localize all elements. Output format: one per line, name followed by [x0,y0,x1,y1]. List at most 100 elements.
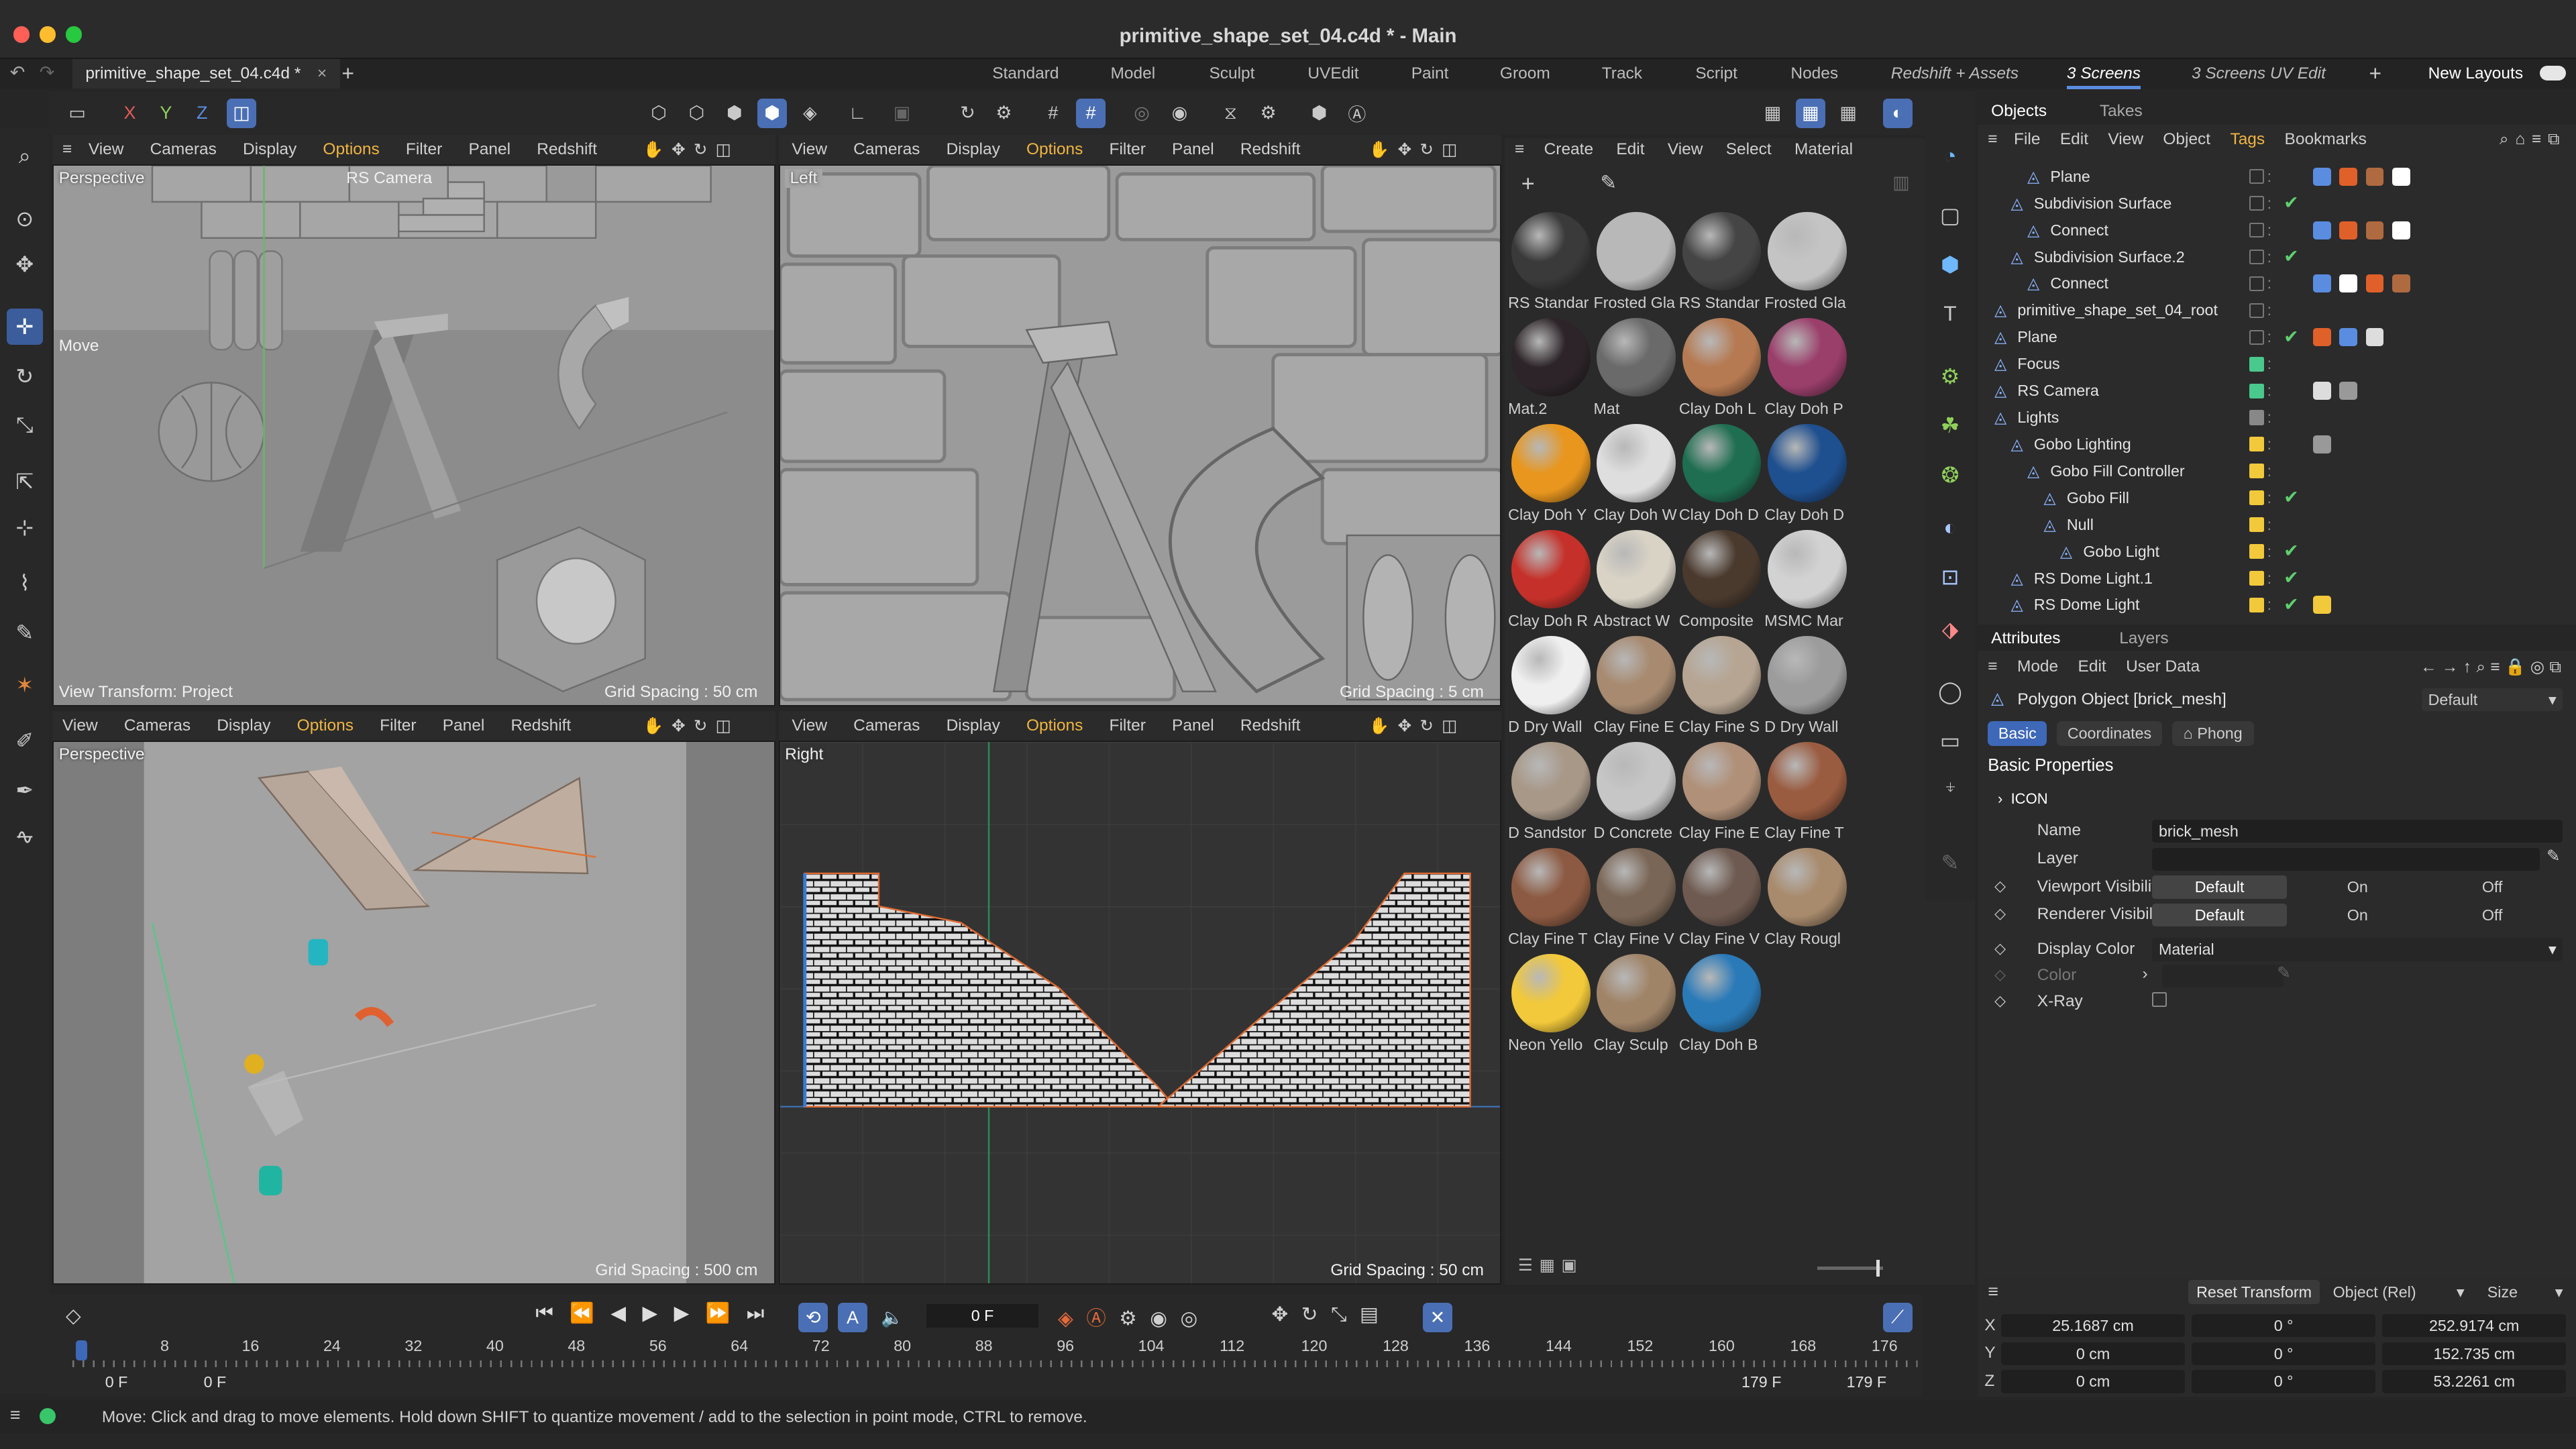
object-tag-icon[interactable] [2339,328,2358,347]
menu-redshift[interactable]: Redshift [511,716,571,735]
object-tag-icon[interactable] [2339,167,2358,186]
layout-tab-3-screens[interactable]: 3 Screens [2066,64,2141,91]
hamburger-icon[interactable]: ≡ [10,1405,21,1426]
sketch-tool-icon[interactable]: ∿ [7,818,43,855]
menu-options[interactable]: Options [297,716,354,735]
layer-color-swatch[interactable] [2249,570,2264,586]
point-level-icon[interactable]: ✕ [1422,1303,1452,1333]
visibility-dots-icon[interactable]: : [2267,489,2271,507]
menu-display[interactable]: Display [243,140,297,159]
z-axis-toggle[interactable]: Z [187,99,217,128]
object-tag-icon[interactable] [2392,167,2410,186]
menu-cameras[interactable]: Cameras [853,140,920,159]
renderer-visibility-on[interactable]: On [2290,904,2425,926]
material-swatch[interactable]: Clay Doh D [1764,422,1849,527]
enabled-check-icon[interactable]: ✔ [2284,594,2299,615]
layer-color-swatch[interactable] [2249,169,2264,184]
tab-layers[interactable]: Layers [2119,629,2168,648]
picture-viewer-icon[interactable]: ▭ [62,99,92,128]
object-tag-icon[interactable] [2313,167,2332,186]
workplane-icon[interactable]: # [1076,98,1106,128]
material-swatch[interactable]: Clay Fine T [1508,846,1593,951]
layer-color-swatch[interactable] [2249,464,2264,479]
visibility-dots-icon[interactable]: : [2267,382,2271,400]
search-icon[interactable]: ⌕ [7,138,43,174]
menu-cameras[interactable]: Cameras [853,716,920,735]
enabled-check-icon[interactable]: ✔ [2284,568,2299,588]
loop-icon[interactable]: ⟲ [798,1303,828,1333]
spline-tool-icon[interactable]: ✎ [7,614,43,651]
visibility-dots-icon[interactable]: : [2267,195,2271,213]
visibility-dots-icon[interactable]: : [2267,328,2271,346]
material-swatch[interactable]: Clay Fine E [1594,634,1679,739]
tab-objects[interactable]: Objects [1991,102,2047,121]
new-layouts-label[interactable]: New Layouts [2428,64,2523,83]
material-swatch[interactable]: Clay Fine S [1679,634,1764,739]
paint-tool-icon[interactable]: ✶ [7,667,43,703]
param-key-icon[interactable]: ▤ [1360,1303,1391,1326]
layer-color-swatch[interactable] [2249,410,2264,425]
keyframe-diamond-icon[interactable]: ◇ [1994,966,2006,983]
menu-object[interactable]: Object [2163,130,2210,149]
keyframe-diamond-icon[interactable]: ◇ [1994,877,2006,895]
auto-key-icon[interactable]: Ⓐ [1342,99,1372,128]
menu-display[interactable]: Display [947,140,1000,159]
menu-cameras[interactable]: Cameras [150,140,217,159]
move-tool-icon[interactable]: ✛ [6,309,43,345]
viewport-nav-icons[interactable]: ✋✥↻◫ [643,716,739,736]
object-row[interactable]: ◬ Plane: [1978,164,2576,191]
visibility-dots-icon[interactable]: : [2267,462,2271,480]
preview-end-field[interactable]: 179 F [1741,1373,1781,1391]
object-row[interactable]: ◬ Lights: [1978,405,2576,431]
deformer-icon[interactable]: ⚙ [1932,358,1968,394]
prev-frame-icon[interactable]: ◀ [610,1302,642,1324]
material-swatch[interactable]: Abstract W [1594,528,1679,633]
renderer-visibility-default[interactable]: Default [2152,903,2287,927]
object-row[interactable]: ◬ Subdivision Surface: ✔ [1978,191,2576,217]
menu-edit[interactable]: Edit [2060,130,2088,149]
viewport-visibility-default[interactable]: Default [2152,875,2287,899]
menu-view[interactable]: View [792,140,827,159]
material-swatch[interactable]: D Dry Wall [1764,634,1849,739]
polygons-mode-icon[interactable]: ⬢ [720,99,749,128]
render-view-icon[interactable]: ▦ [1758,99,1787,128]
visibility-dots-icon[interactable]: : [2267,221,2271,239]
visibility-dots-icon[interactable]: : [2267,570,2271,588]
search-filter-icons[interactable]: ⌕⌂≡⧉ [2500,130,2566,149]
layer-color-swatch[interactable] [2249,303,2264,318]
menu-view[interactable]: View [1668,140,1703,159]
layout-tab-groom[interactable]: Groom [1500,64,1550,83]
coordinate-system-icon[interactable]: ◫ [226,98,257,128]
goto-start-icon[interactable]: ⏮ [535,1302,570,1324]
object-row[interactable]: ◬ Connect: [1978,272,2576,298]
material-swatch[interactable]: Clay Fine V [1594,846,1679,951]
coordinate-rot-field[interactable]: 0 ° [2191,1342,2376,1366]
object-tag-icon[interactable] [2392,274,2410,293]
object-tag-icon[interactable] [2313,274,2332,293]
material-swatch[interactable]: Clay Fine E [1679,740,1764,845]
object-tag-icon[interactable] [2392,221,2410,239]
viewport-perspective-bottom[interactable]: Perspective Grid Spacing : 500 cm [52,741,775,1285]
coordinate-pos-field[interactable]: 0 cm [2000,1342,2186,1366]
playhead[interactable] [75,1340,87,1360]
material-swatch[interactable]: Mat [1594,316,1679,421]
trash-icon[interactable]: ▥ [1892,172,1909,193]
menu-redshift[interactable]: Redshift [537,140,597,159]
points-mode-icon[interactable]: ⬡ [644,99,674,128]
layout-tab-uvedit[interactable]: UVEdit [1307,64,1358,83]
enabled-check-icon[interactable]: ✔ [2284,541,2299,561]
layout-toggle[interactable] [2540,65,2567,80]
visibility-dots-icon[interactable]: : [2267,543,2271,561]
viewport-nav-icons[interactable]: ✋✥↻◫ [1369,140,1466,160]
menu-tags[interactable]: Tags [2230,130,2265,149]
text-icon[interactable]: T [1932,296,1968,332]
layout-tab-track[interactable]: Track [1602,64,1642,83]
x-axis-toggle[interactable]: X [115,99,144,128]
add-tab-icon[interactable]: + [341,61,354,86]
visibility-dots-icon[interactable]: : [2267,516,2271,534]
menu-filter[interactable]: Filter [1110,140,1146,159]
coordinate-size-field[interactable]: 152.735 cm [2382,1342,2567,1366]
scale-key-icon[interactable]: ⤡ [1331,1303,1360,1326]
hamburger-icon[interactable]: ≡ [1988,657,1997,676]
hamburger-icon[interactable]: ≡ [1988,1281,1998,1302]
